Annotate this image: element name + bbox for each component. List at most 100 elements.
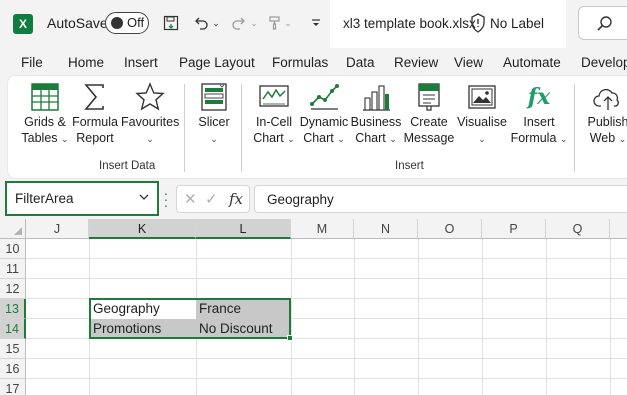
customize-toolbar-icon[interactable]: [305, 12, 327, 34]
confirm-entry-icon[interactable]: ✓: [205, 190, 218, 208]
chevron-down-icon: ⌄: [337, 134, 345, 144]
ribbon-separator: [574, 84, 575, 172]
column-header-q[interactable]: Q: [546, 219, 610, 239]
tab-formulas[interactable]: Formulas: [272, 55, 328, 70]
save-icon[interactable]: [160, 12, 182, 34]
row-header-10[interactable]: 10: [0, 239, 26, 259]
business-chart-label-1: Business: [350, 115, 402, 129]
chevron-down-icon: ⌄: [61, 134, 69, 144]
chevron-down-icon[interactable]: [139, 192, 149, 202]
formula-input[interactable]: Geography: [254, 185, 627, 213]
cancel-entry-icon[interactable]: ✕: [184, 190, 197, 208]
tab-file[interactable]: File: [21, 55, 43, 70]
name-box[interactable]: FilterArea: [5, 181, 159, 216]
row-header-17[interactable]: 17: [0, 379, 26, 395]
create-message-button[interactable]: Create Message: [403, 80, 455, 146]
ribbon-separator: [184, 84, 185, 172]
gridline: [291, 239, 292, 395]
excel-logo-icon: X: [13, 14, 33, 34]
cell-k13[interactable]: Geography: [90, 299, 196, 319]
fill-handle[interactable]: [287, 335, 293, 341]
in-cell-chart-button[interactable]: In-Cell Chart ⌄: [248, 80, 300, 147]
chevron-down-icon: ⌄: [389, 134, 397, 144]
grids-tables-button[interactable]: Grids & Tables ⌄: [20, 80, 70, 147]
star-icon: [133, 80, 167, 114]
sigma-icon: [78, 80, 112, 114]
column-header-k[interactable]: K: [89, 219, 196, 239]
tab-data[interactable]: Data: [346, 55, 375, 70]
slicer-button[interactable]: Slicer ⌄: [192, 80, 236, 147]
more-options-icon[interactable]: · · ·: [163, 186, 169, 212]
business-chart-button[interactable]: Business Chart ⌄: [350, 80, 402, 147]
ribbon-panel: Grids & Tables ⌄ Formula Report Favourit…: [8, 76, 627, 178]
business-chart-label-2: Chart: [355, 131, 386, 145]
visualise-label: Visualise: [457, 115, 507, 129]
slicer-label: Slicer: [198, 115, 230, 129]
row-header-13[interactable]: 13: [0, 299, 26, 319]
gridline: [610, 239, 611, 395]
publish-web-label-2: Web: [589, 131, 616, 145]
cell-l13[interactable]: France: [196, 299, 290, 319]
tab-view[interactable]: View: [454, 55, 483, 70]
fx-icon: fx: [527, 84, 551, 110]
cell-k14[interactable]: Promotions: [90, 319, 196, 339]
formula-controls: ✕ ✓ fx: [176, 185, 250, 213]
favourites-button[interactable]: Favourites ⌄: [121, 80, 179, 147]
column-header-p[interactable]: P: [482, 219, 546, 239]
formula-report-label-1: Formula: [72, 115, 118, 129]
grid-table-icon: [28, 80, 62, 114]
dynamic-chart-label-1: Dynamic: [299, 115, 349, 129]
column-header-l[interactable]: L: [196, 219, 291, 239]
ribbon-separator: [241, 84, 242, 172]
formula-report-label-2: Report: [76, 131, 114, 145]
column-header-j[interactable]: J: [26, 219, 89, 239]
gridline: [418, 239, 419, 395]
insert-formula-button[interactable]: fx Insert Formula ⌄: [510, 80, 568, 147]
undo-icon[interactable]: [190, 12, 212, 34]
create-message-label-1: Create: [410, 115, 448, 129]
redo-dropdown-chevron-icon[interactable]: ⌄: [248, 12, 260, 34]
row-header-11[interactable]: 11: [0, 259, 26, 279]
tab-home[interactable]: Home: [68, 55, 104, 70]
column-header-m[interactable]: M: [291, 219, 354, 239]
favourites-label: Favourites: [121, 115, 180, 129]
grids-tables-label-2: Tables: [21, 131, 58, 145]
dynamic-chart-button[interactable]: Dynamic Chart ⌄: [298, 80, 350, 147]
message-icon: [412, 80, 446, 114]
column-header-n[interactable]: N: [354, 219, 418, 239]
tab-insert[interactable]: Insert: [124, 55, 158, 70]
column-header-partial[interactable]: [610, 219, 627, 239]
gridline: [26, 258, 627, 259]
row-header-16[interactable]: 16: [0, 359, 26, 379]
undo-dropdown-chevron-icon[interactable]: ⌄: [210, 12, 222, 34]
search-icon: [597, 16, 612, 31]
insert-function-icon[interactable]: fx: [229, 190, 243, 208]
row-header-12[interactable]: 12: [0, 279, 26, 299]
publish-web-button[interactable]: Publish Web ⌄: [582, 80, 627, 147]
visualise-button[interactable]: Visualise ⌄: [455, 80, 509, 147]
format-dropdown-chevron-icon[interactable]: ⌄: [282, 12, 294, 34]
select-all-corner[interactable]: [0, 219, 26, 239]
tab-automate[interactable]: Automate: [503, 55, 561, 70]
group-label-insert: Insert: [395, 160, 424, 172]
row-header-14[interactable]: 14: [0, 319, 26, 339]
sensitivity-shield-icon: [471, 13, 485, 33]
gridline: [354, 239, 355, 395]
search-button[interactable]: [578, 6, 627, 40]
picture-icon: [465, 80, 499, 114]
chevron-down-icon: ⌄: [287, 134, 295, 144]
column-header-o[interactable]: O: [418, 219, 482, 239]
tab-developer[interactable]: Develop: [581, 55, 627, 70]
insert-formula-label-1: Insert: [523, 115, 555, 129]
redo-icon[interactable]: [228, 12, 250, 34]
tab-page-layout[interactable]: Page Layout: [179, 55, 255, 70]
tab-review[interactable]: Review: [394, 55, 438, 70]
autosave-toggle[interactable]: Off: [105, 12, 149, 34]
cell-l14[interactable]: No Discount: [196, 319, 290, 339]
group-label-insert-data: Insert Data: [99, 160, 156, 172]
document-title-area[interactable]: xl3 template book.xlsx No Label: [330, 0, 566, 48]
row-header-15[interactable]: 15: [0, 339, 26, 359]
sensitivity-label: No Label: [490, 16, 545, 31]
title-bar: X AutoSave Off ⌄ ⌄ ⌄ xl3 template book.x…: [0, 0, 627, 48]
formula-report-button[interactable]: Formula Report: [70, 80, 120, 146]
